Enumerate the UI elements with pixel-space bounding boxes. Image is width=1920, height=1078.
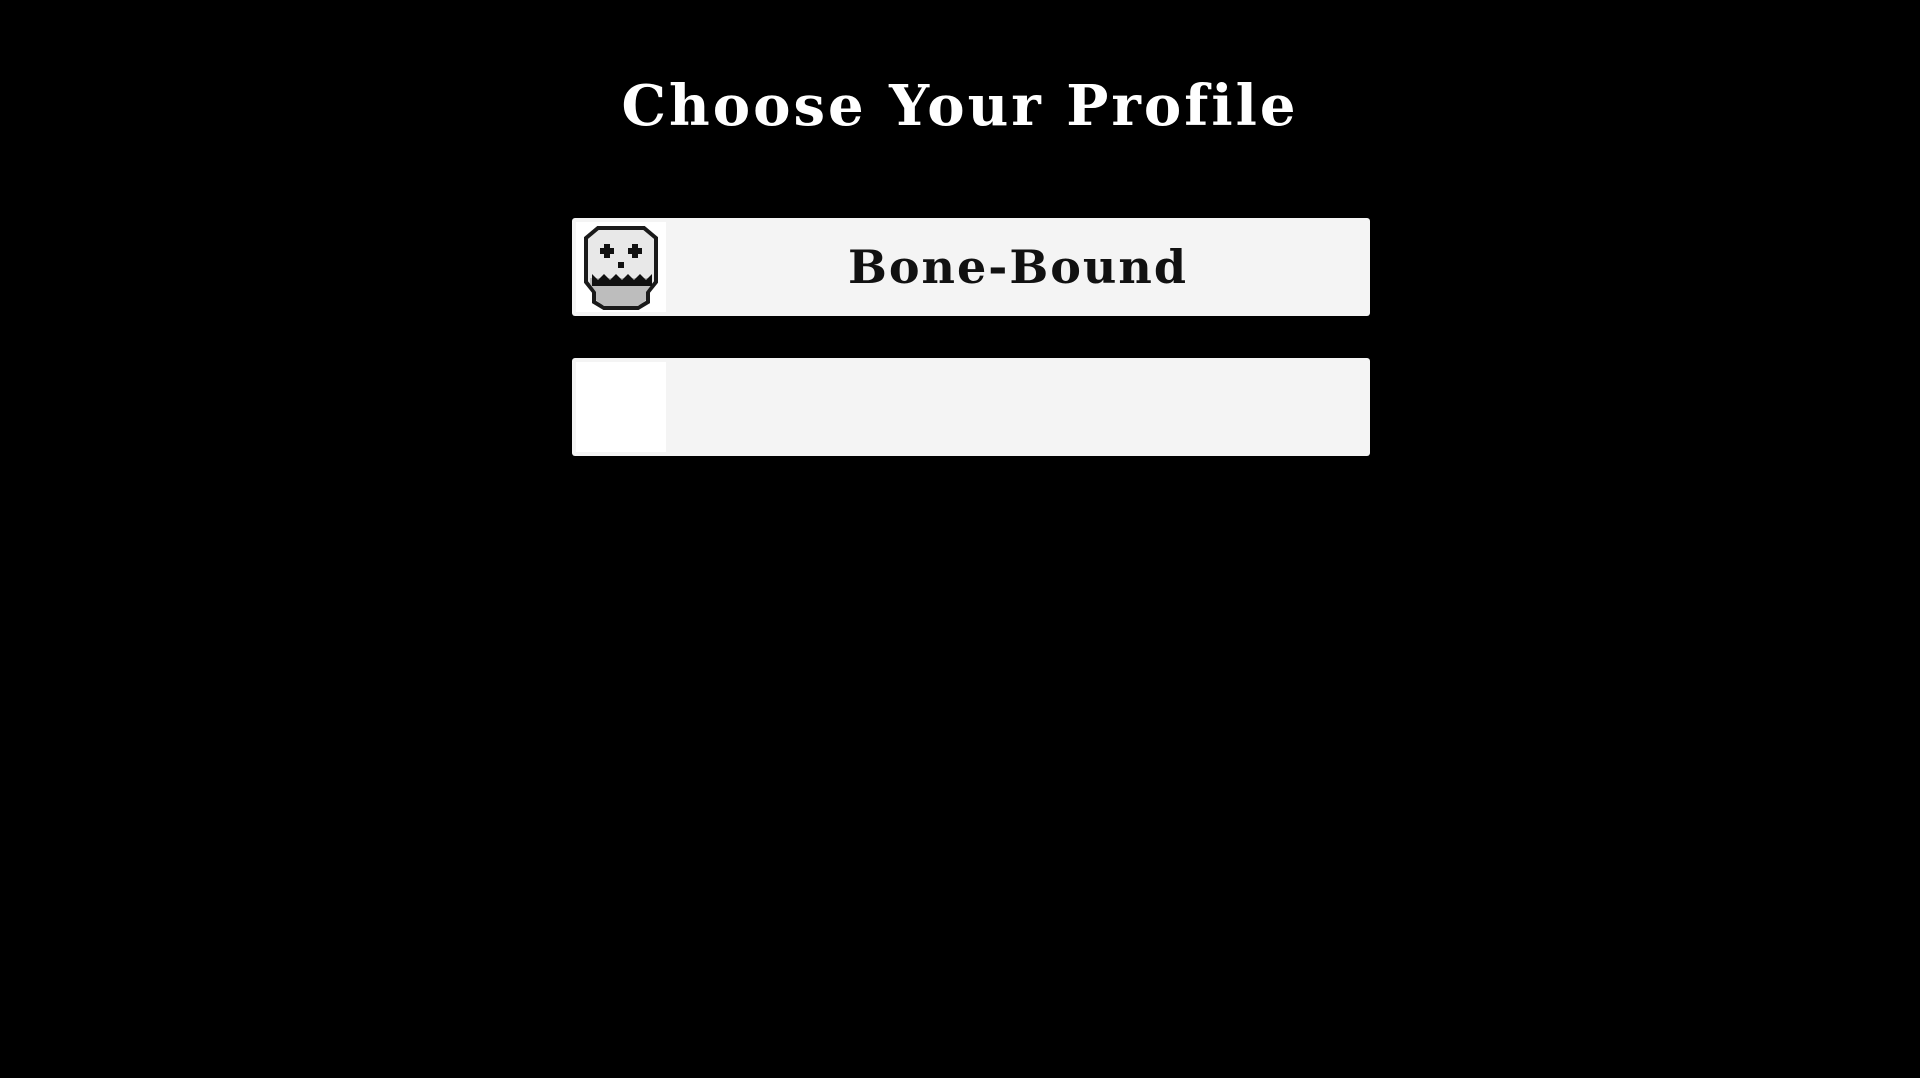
empty-avatar (576, 362, 666, 452)
profile-name (666, 358, 1370, 456)
profile-slot-1[interactable]: Bone-Bound (572, 218, 1370, 316)
profile-select-screen: Choose Your Profile Bone-Bound (0, 0, 1920, 1078)
skull-icon (576, 222, 666, 312)
page-title: Choose Your Profile (621, 73, 1299, 139)
profile-name: Bone-Bound (848, 240, 1188, 294)
profile-slot-2-empty[interactable] (572, 358, 1370, 456)
